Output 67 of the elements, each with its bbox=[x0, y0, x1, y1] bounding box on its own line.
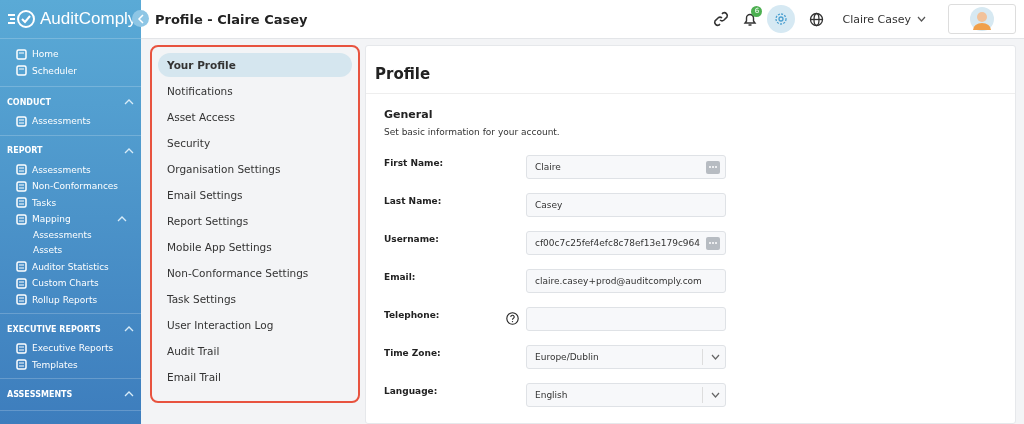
nav-item[interactable]: Rollup Reports bbox=[0, 291, 141, 308]
text-field[interactable]: cf00c7c25fef4efc8c78ef13e179c964 bbox=[526, 231, 726, 255]
nav-icon bbox=[16, 115, 27, 127]
field-label: Last Name: bbox=[384, 195, 443, 206]
collapse-sidebar-button[interactable] bbox=[132, 10, 149, 27]
avatar-icon[interactable] bbox=[969, 6, 995, 32]
logo-text: AuditComply bbox=[40, 9, 137, 29]
nav-icon bbox=[16, 197, 27, 209]
settings-menu-item[interactable]: Non-Conformance Settings bbox=[158, 261, 352, 285]
nav-icon bbox=[16, 342, 27, 354]
settings-menu-item[interactable]: Mobile App Settings bbox=[158, 235, 352, 259]
gear-icon bbox=[774, 12, 789, 26]
settings-menu-item[interactable]: Audit Trail bbox=[158, 339, 352, 363]
field-label: Username: bbox=[384, 233, 440, 244]
settings-menu-item[interactable]: Your Profile bbox=[158, 53, 352, 77]
user-menu-button[interactable]: Claire Casey bbox=[838, 12, 930, 26]
nav-icon bbox=[16, 277, 27, 289]
globe-icon[interactable] bbox=[809, 11, 825, 27]
bell-icon[interactable] bbox=[743, 11, 758, 27]
nav-icon bbox=[16, 180, 27, 192]
select-field[interactable]: English bbox=[526, 383, 726, 407]
section-header[interactable]: ASSESSMENTS bbox=[0, 383, 141, 405]
nav-icon bbox=[16, 261, 27, 273]
field-label: Email: bbox=[384, 271, 417, 282]
settings-menu-item[interactable]: Organisation Settings bbox=[158, 157, 352, 181]
nav-icon bbox=[16, 359, 27, 371]
settings-menu-item[interactable]: User Interaction Log bbox=[158, 313, 352, 337]
settings-menu-item[interactable]: Task Settings bbox=[158, 287, 352, 311]
logo-icon bbox=[7, 9, 37, 29]
field-label: Time Zone: bbox=[384, 347, 442, 358]
settings-menu-item[interactable]: Email Trail bbox=[158, 365, 352, 389]
nav-icon bbox=[16, 294, 27, 306]
card-title: Profile bbox=[366, 46, 1015, 94]
nav-icon bbox=[16, 164, 27, 176]
text-field[interactable] bbox=[526, 307, 726, 331]
chevron-down-icon bbox=[711, 354, 720, 360]
help-icon[interactable] bbox=[506, 311, 519, 325]
caret-icon bbox=[917, 16, 926, 22]
nav-item[interactable]: Custom Charts bbox=[0, 275, 141, 292]
nav-item[interactable]: Templates bbox=[0, 356, 141, 373]
text-field[interactable]: claire.casey+prod@auditcomply.com bbox=[526, 269, 726, 293]
settings-button[interactable] bbox=[767, 5, 796, 33]
chevron-down-icon bbox=[711, 392, 720, 398]
text-field[interactable]: Casey bbox=[526, 193, 726, 217]
page-title: Profile - Claire Casey bbox=[155, 11, 308, 27]
section-header[interactable]: EXECUTIVE REPORTS bbox=[0, 318, 141, 340]
settings-menu-item[interactable]: Asset Access bbox=[158, 105, 352, 129]
section-description: Set basic information for your account. bbox=[384, 127, 561, 137]
nav-icon bbox=[16, 213, 27, 225]
nav-item[interactable]: Auditor Statistics bbox=[0, 258, 141, 275]
link-icon[interactable] bbox=[713, 11, 730, 27]
field-label: Telephone: bbox=[384, 309, 441, 320]
nav-icon bbox=[16, 65, 27, 77]
settings-menu-item[interactable]: Email Settings bbox=[158, 183, 352, 207]
more-icon[interactable] bbox=[706, 236, 720, 250]
settings-menu-item[interactable]: Notifications bbox=[158, 79, 352, 103]
settings-menu-item[interactable]: Security bbox=[158, 131, 352, 155]
nav-icon bbox=[16, 48, 27, 60]
field-label: Language: bbox=[384, 385, 439, 396]
settings-menu-item[interactable]: Report Settings bbox=[158, 209, 352, 233]
field-label: First Name: bbox=[384, 157, 445, 168]
text-field[interactable]: Claire bbox=[526, 155, 726, 179]
chevron-left-icon bbox=[136, 13, 145, 24]
more-icon[interactable] bbox=[706, 160, 720, 174]
select-field[interactable]: Europe/Dublin bbox=[526, 345, 726, 369]
section-title: General bbox=[384, 108, 434, 121]
nav-item[interactable]: Executive Reports bbox=[0, 340, 141, 357]
